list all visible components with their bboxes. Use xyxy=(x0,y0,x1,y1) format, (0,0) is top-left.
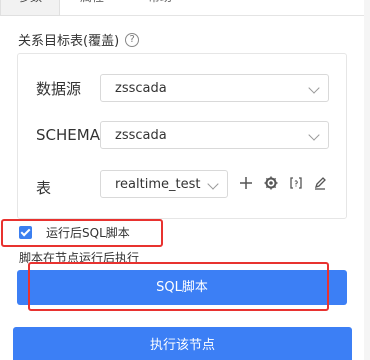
tab-properties-label: 属性 xyxy=(80,0,104,4)
chevron-down-icon xyxy=(308,82,320,94)
scrollbar[interactable] xyxy=(364,0,370,360)
help-icon[interactable]: ? xyxy=(125,32,140,47)
table-label: 表 xyxy=(36,179,52,197)
datasource-value: zsscada xyxy=(115,81,167,96)
section-title-text: 关系目标表(覆盖) xyxy=(18,34,120,49)
bracket-icon[interactable] xyxy=(288,175,304,191)
datasource-label: 数据源 xyxy=(36,80,82,98)
plus-icon[interactable] xyxy=(238,175,254,191)
tab-help-label: 帮助 xyxy=(148,0,172,4)
tab-params[interactable]: 参数 xyxy=(0,0,60,16)
table-select[interactable]: realtime_test xyxy=(100,170,228,198)
highlight-box-checkbox xyxy=(1,219,163,247)
section-title: 关系目标表(覆盖) ? xyxy=(18,30,140,49)
tab-properties[interactable]: 属性 xyxy=(80,0,104,16)
chevron-down-icon xyxy=(207,178,219,190)
schema-label: SCHEMA xyxy=(36,126,100,144)
schema-select[interactable]: zsscada xyxy=(100,121,329,149)
schema-value: zsscada xyxy=(115,128,167,143)
highlight-box-sql-button xyxy=(28,262,329,311)
chevron-down-icon xyxy=(308,129,320,141)
execute-node-button[interactable]: 执行该节点 xyxy=(13,327,352,360)
table-value: realtime_test xyxy=(115,177,201,192)
pencil-icon[interactable] xyxy=(312,175,328,191)
tab-params-label: 参数 xyxy=(18,0,42,4)
gear-icon[interactable] xyxy=(263,175,279,191)
datasource-select[interactable]: zsscada xyxy=(100,74,329,102)
tab-help[interactable]: 帮助 xyxy=(148,0,172,16)
tab-bar: 参数 属性 帮助 xyxy=(0,0,370,16)
